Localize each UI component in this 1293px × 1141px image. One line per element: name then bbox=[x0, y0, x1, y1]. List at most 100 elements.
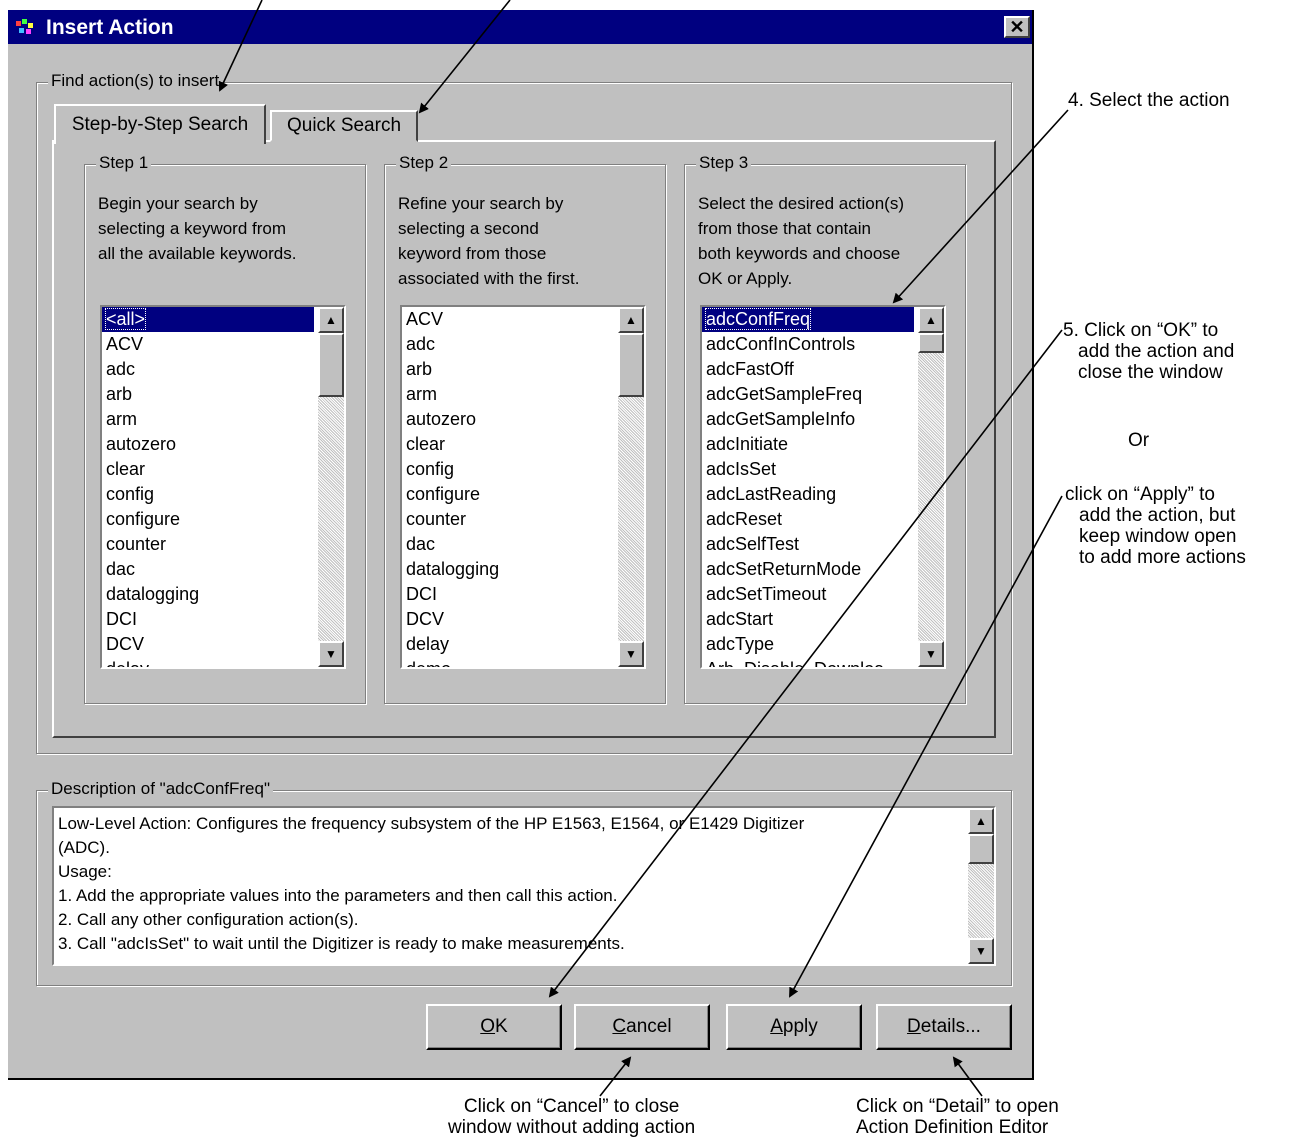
list-item[interactable]: adcType bbox=[702, 632, 914, 657]
details-button[interactable]: Details... bbox=[876, 1004, 1012, 1050]
apply-button[interactable]: Apply bbox=[726, 1004, 862, 1050]
list-items: adcConfFreq adcConfInControls adcFastOff… bbox=[702, 307, 914, 667]
description-line: 2. Call any other configuration action(s… bbox=[58, 910, 359, 929]
list-item[interactable]: arb bbox=[402, 357, 614, 382]
tab-label: Quick Search bbox=[286, 115, 402, 136]
list-item[interactable]: adc bbox=[402, 332, 614, 357]
list-item[interactable]: adcConfInControls bbox=[702, 332, 914, 357]
step3-title: Step 3 bbox=[696, 153, 752, 173]
annotation-line: Action Definition Editor bbox=[856, 1117, 1049, 1138]
annotation-line: Click on “Detail” to open bbox=[856, 1096, 1059, 1117]
list-item[interactable]: ACV bbox=[402, 307, 614, 332]
list-item[interactable]: adcFastOff bbox=[702, 357, 914, 382]
list-item[interactable]: DCV bbox=[102, 632, 314, 657]
step1-description: Begin your search by selecting a keyword… bbox=[98, 191, 296, 266]
list-item[interactable]: Arb_Disable_Downloa bbox=[702, 657, 914, 667]
scroll-down-button[interactable]: ▼ bbox=[318, 641, 344, 667]
list-item[interactable]: config bbox=[102, 482, 314, 507]
annotation-line: add the action and bbox=[1078, 341, 1235, 362]
desc-line: Select the desired action(s) bbox=[698, 194, 904, 213]
list-item[interactable]: adcSetReturnMode bbox=[702, 557, 914, 582]
list-item[interactable]: dac bbox=[102, 557, 314, 582]
step1-keyword-list[interactable]: <all> ACV adc arb arm autozero clear con… bbox=[100, 305, 346, 669]
list-item[interactable]: adcIsSet bbox=[702, 457, 914, 482]
ok-button[interactable]: OK bbox=[426, 1004, 562, 1050]
close-button[interactable]: ✕ bbox=[1004, 16, 1030, 38]
desc-line: from those that contain bbox=[698, 219, 871, 238]
list-item-selected[interactable]: adcConfFreq bbox=[702, 307, 914, 332]
scroll-down-button[interactable]: ▼ bbox=[618, 641, 644, 667]
list-item[interactable]: adcStart bbox=[702, 607, 914, 632]
scroll-thumb[interactable] bbox=[618, 333, 644, 397]
step3-scrollbar[interactable]: ▲ ▼ bbox=[918, 307, 944, 667]
desc-line: Begin your search by bbox=[98, 194, 258, 213]
list-item[interactable]: DCI bbox=[102, 607, 314, 632]
step2-scrollbar[interactable]: ▲ ▼ bbox=[618, 307, 644, 667]
list-item[interactable]: counter bbox=[102, 532, 314, 557]
list-item[interactable]: adcLastReading bbox=[702, 482, 914, 507]
description-line: Usage: bbox=[58, 862, 112, 881]
list-item[interactable]: dac bbox=[402, 532, 614, 557]
list-item[interactable]: demo bbox=[402, 657, 614, 667]
list-item[interactable]: datalogging bbox=[402, 557, 614, 582]
list-item[interactable]: adc bbox=[102, 357, 314, 382]
desc-line: OK or Apply. bbox=[698, 269, 793, 288]
annotation-line: add the action, but bbox=[1079, 505, 1236, 526]
step1-scrollbar[interactable]: ▲ ▼ bbox=[318, 307, 344, 667]
list-item[interactable]: adcSetTimeout bbox=[702, 582, 914, 607]
list-item-selected[interactable]: <all> bbox=[102, 307, 314, 332]
list-item[interactable]: DCV bbox=[402, 607, 614, 632]
close-icon: ✕ bbox=[1009, 16, 1025, 37]
step2-description: Refine your search by selecting a second… bbox=[398, 191, 579, 291]
find-action-group-label: Find action(s) to insert bbox=[48, 71, 223, 91]
list-item[interactable]: arb bbox=[102, 382, 314, 407]
desc-line: selecting a second bbox=[398, 219, 539, 238]
scroll-up-button[interactable]: ▲ bbox=[918, 307, 944, 333]
tab-step-by-step-search[interactable]: Step-by-Step Search bbox=[54, 104, 266, 144]
list-item[interactable]: counter bbox=[402, 507, 614, 532]
list-item[interactable]: adcGetSampleInfo bbox=[702, 407, 914, 432]
list-item[interactable]: clear bbox=[402, 432, 614, 457]
annotation-line: keep window open bbox=[1079, 526, 1237, 547]
list-item[interactable]: arm bbox=[102, 407, 314, 432]
scroll-thumb[interactable] bbox=[318, 333, 344, 397]
list-item[interactable]: configure bbox=[402, 482, 614, 507]
annotation-details: Click on “Detail” to open Action Definit… bbox=[856, 1096, 1059, 1138]
list-item[interactable]: ACV bbox=[102, 332, 314, 357]
step1-title: Step 1 bbox=[96, 153, 152, 173]
tab-quick-search[interactable]: Quick Search bbox=[270, 110, 418, 142]
step3-action-list[interactable]: adcConfFreq adcConfInControls adcFastOff… bbox=[700, 305, 946, 669]
list-items: <all> ACV adc arb arm autozero clear con… bbox=[102, 307, 314, 667]
list-item[interactable]: clear bbox=[102, 457, 314, 482]
list-item[interactable]: delay bbox=[102, 657, 314, 667]
annotation-line: window without adding action bbox=[448, 1117, 696, 1138]
list-item[interactable]: datalogging bbox=[102, 582, 314, 607]
scroll-down-button[interactable]: ▼ bbox=[968, 938, 994, 964]
description-scrollbar[interactable]: ▲ ▼ bbox=[968, 808, 994, 964]
list-item[interactable]: autozero bbox=[102, 432, 314, 457]
scroll-thumb[interactable] bbox=[918, 333, 944, 353]
list-item[interactable]: autozero bbox=[402, 407, 614, 432]
scroll-down-button[interactable]: ▼ bbox=[918, 641, 944, 667]
ok-label: K bbox=[495, 1016, 508, 1037]
list-item[interactable]: adcReset bbox=[702, 507, 914, 532]
list-item[interactable]: adcGetSampleFreq bbox=[702, 382, 914, 407]
list-item[interactable]: configure bbox=[102, 507, 314, 532]
list-item[interactable]: DCI bbox=[402, 582, 614, 607]
app-icon bbox=[16, 19, 33, 34]
list-item[interactable]: arm bbox=[402, 382, 614, 407]
scroll-thumb[interactable] bbox=[968, 834, 994, 864]
list-item[interactable]: adcSelfTest bbox=[702, 532, 914, 557]
list-items: ACV adc arb arm autozero clear config co… bbox=[402, 307, 614, 667]
cancel-button[interactable]: Cancel bbox=[574, 1004, 710, 1050]
list-item[interactable]: config bbox=[402, 457, 614, 482]
list-item[interactable]: adcInitiate bbox=[702, 432, 914, 457]
title-bar[interactable]: Insert Action ✕ bbox=[8, 10, 1032, 44]
list-item[interactable]: delay bbox=[402, 632, 614, 657]
annotation-apply: click on “Apply” to add the action, but … bbox=[1065, 484, 1246, 568]
scroll-up-button[interactable]: ▲ bbox=[968, 808, 994, 834]
description-text-box[interactable]: Low-Level Action: Configures the frequen… bbox=[52, 806, 996, 966]
scroll-up-button[interactable]: ▲ bbox=[318, 307, 344, 333]
scroll-up-button[interactable]: ▲ bbox=[618, 307, 644, 333]
step2-keyword-list[interactable]: ACV adc arb arm autozero clear config co… bbox=[400, 305, 646, 669]
